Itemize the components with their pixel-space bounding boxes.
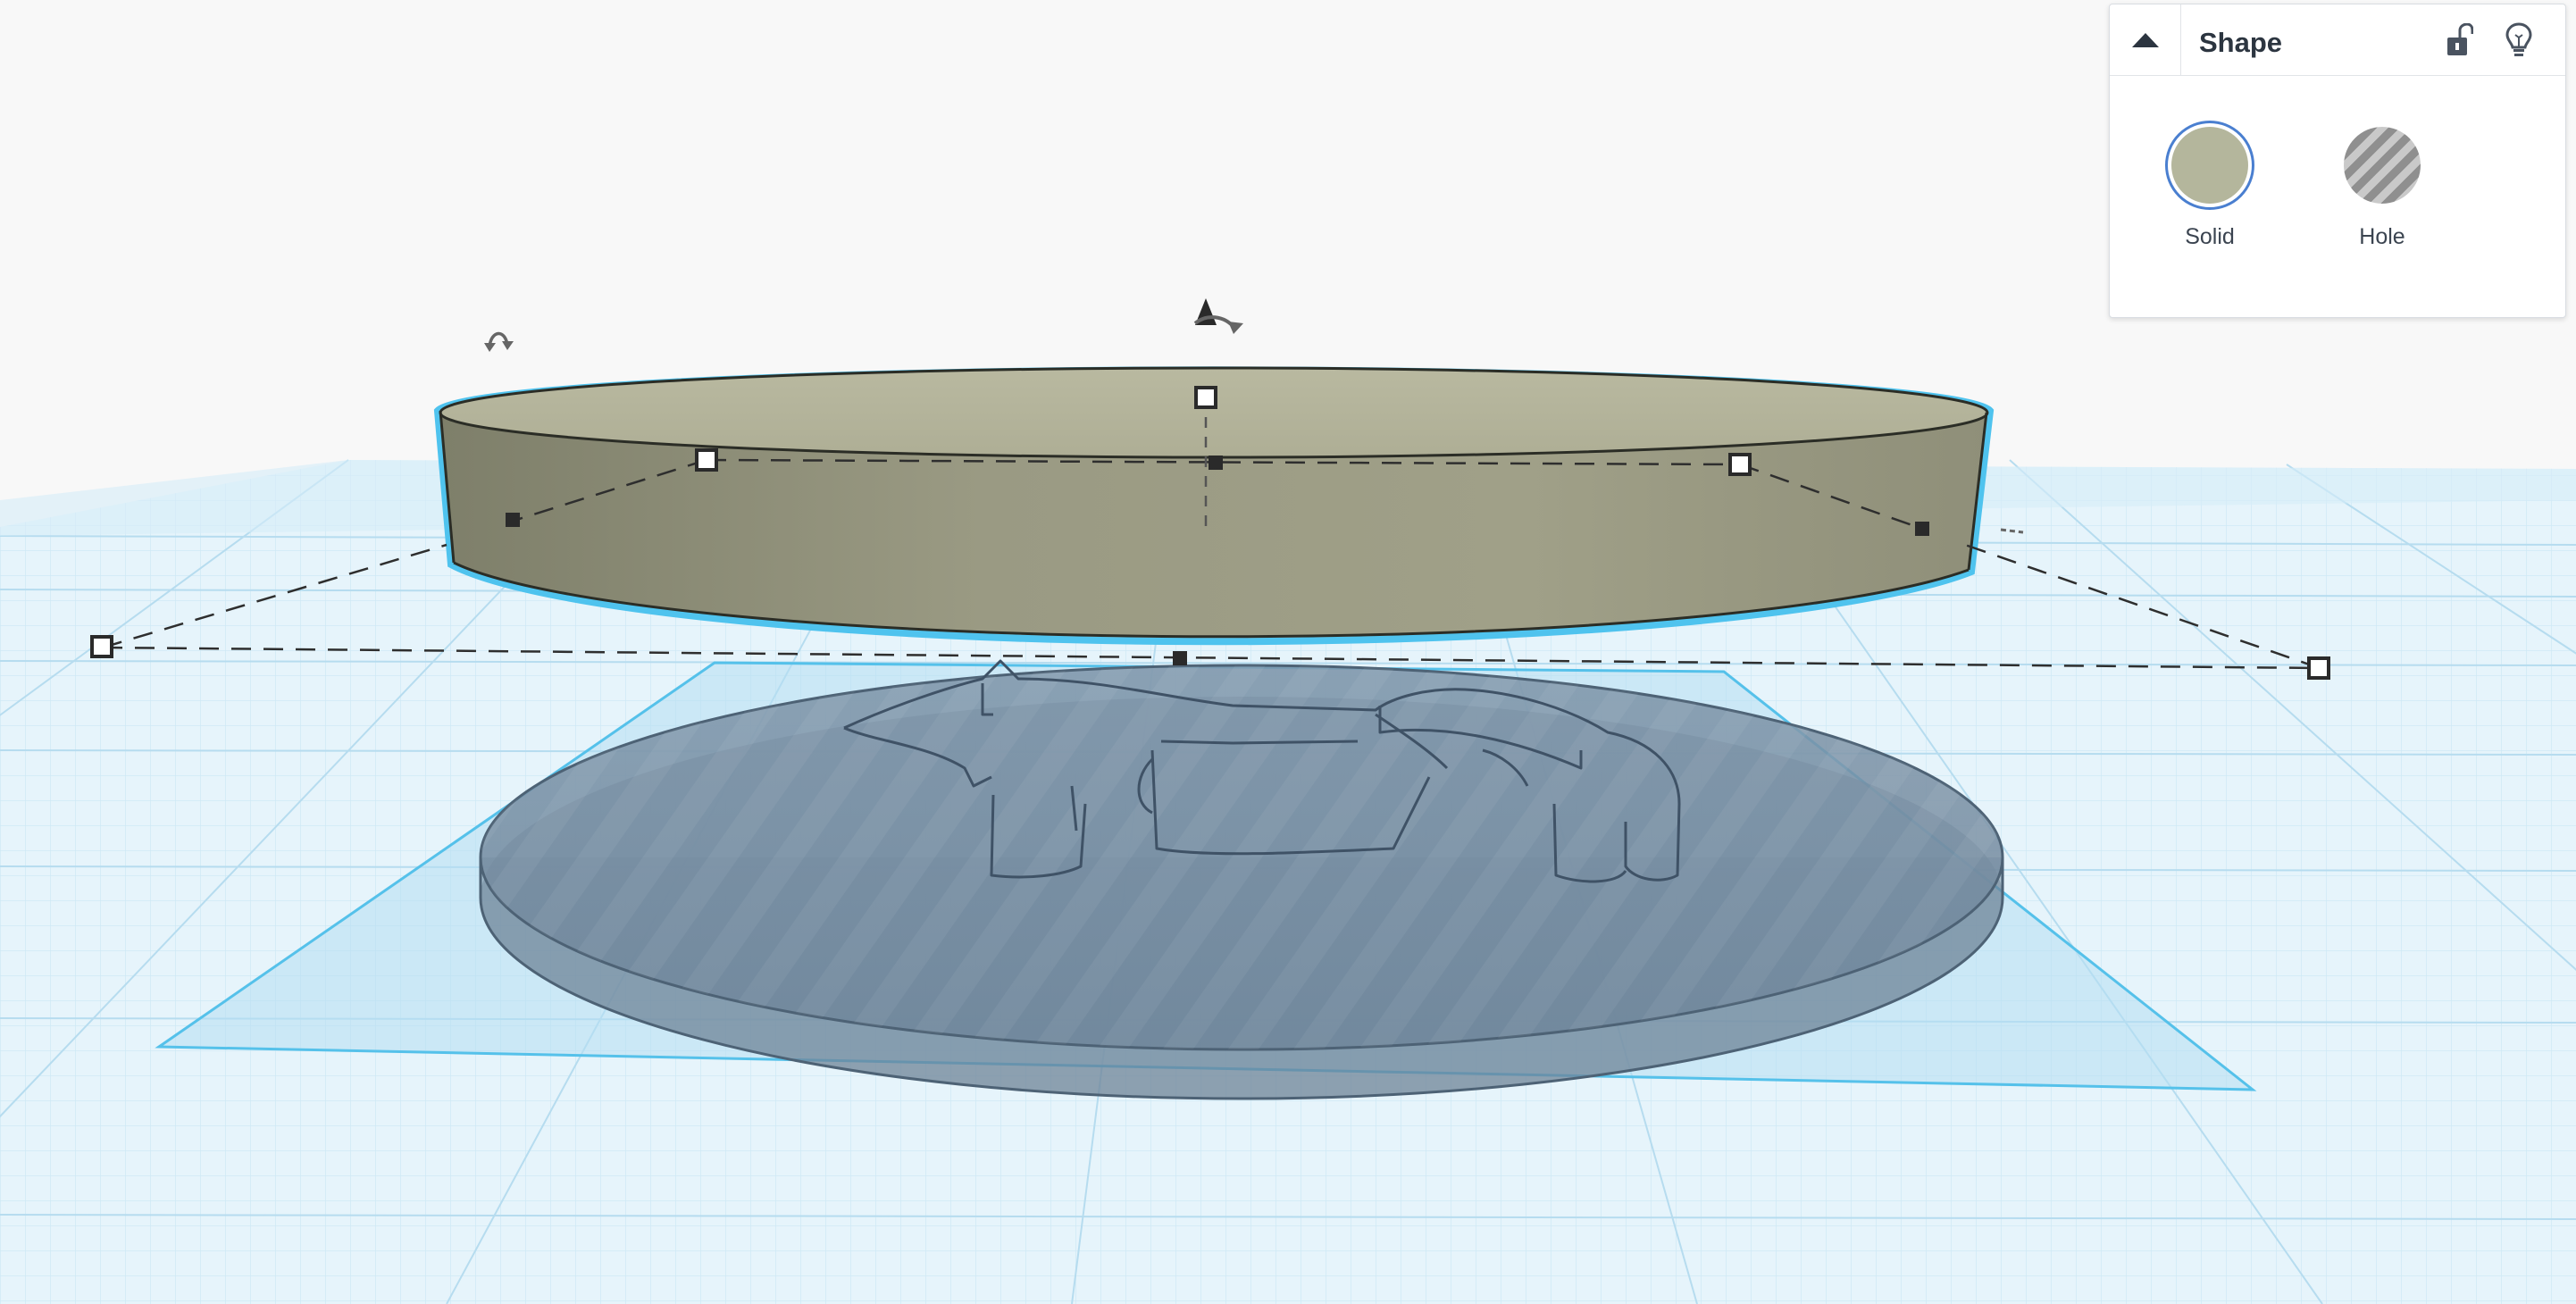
corner-handle-left xyxy=(90,635,113,658)
solid-option[interactable]: Solid xyxy=(2152,121,2268,263)
hole-option[interactable]: Hole xyxy=(2324,121,2440,263)
shape-inspector-panel: Shape Solid Hole xyxy=(2109,4,2566,318)
lock-toggle-button[interactable] xyxy=(2440,21,2480,60)
triangle-up-icon xyxy=(2131,32,2159,47)
side-handle-left xyxy=(506,513,520,527)
hint-button[interactable] xyxy=(2499,21,2538,60)
solid-swatch-ring xyxy=(2165,121,2254,210)
panel-header: Shape xyxy=(2110,4,2565,76)
corner-handle-back-left xyxy=(695,448,718,472)
side-handle-back xyxy=(1209,456,1223,470)
hole-label: Hole xyxy=(2359,224,2405,249)
lightbulb-icon xyxy=(2505,22,2532,56)
hole-pattern-swatch xyxy=(2344,127,2421,204)
corner-handle-right xyxy=(2307,656,2330,680)
unlock-icon xyxy=(2447,23,2473,55)
side-handle-right xyxy=(1915,522,1929,536)
hole-shape[interactable] xyxy=(479,659,2004,1100)
solid-label: Solid xyxy=(2185,224,2235,249)
height-handle xyxy=(1194,386,1217,409)
panel-title: Shape xyxy=(2199,27,2283,58)
collapse-panel-button[interactable] xyxy=(2110,4,2181,75)
corner-handle-back-right xyxy=(1728,453,1752,476)
hole-swatch-ring xyxy=(2338,121,2427,210)
solid-color-swatch xyxy=(2171,127,2248,204)
side-handle-front xyxy=(1173,651,1187,665)
